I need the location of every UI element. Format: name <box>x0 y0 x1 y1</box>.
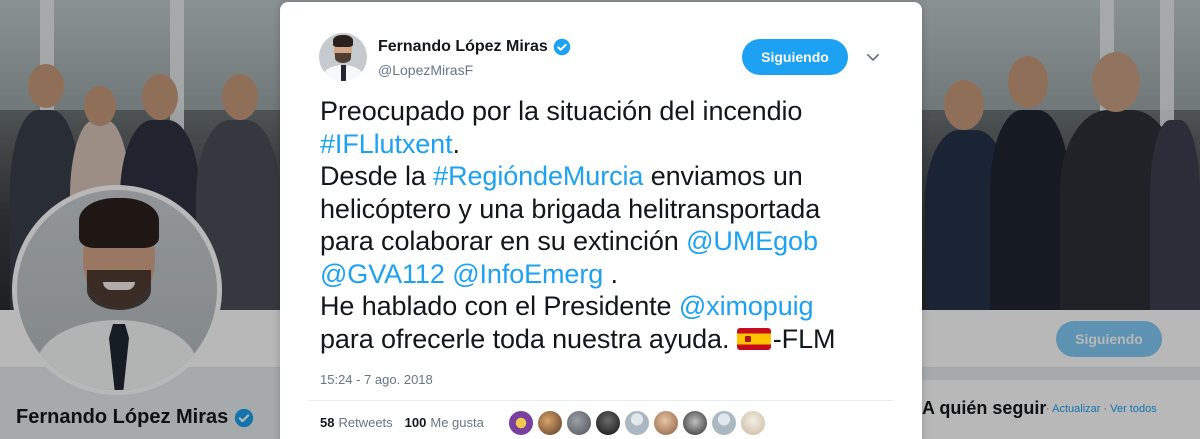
tweet-line: helicóptero y una brigada helitransporta… <box>320 193 880 226</box>
profile-name: Fernando López Miras <box>16 406 254 429</box>
who-to-follow-links: · Actualizar · Ver todos <box>1046 403 1157 415</box>
liker-avatar[interactable] <box>595 410 621 436</box>
chevron-down-icon[interactable] <box>864 48 882 66</box>
verified-badge-icon <box>235 408 254 427</box>
banner-person <box>28 64 64 108</box>
verified-badge-icon <box>553 38 571 56</box>
tweet-line: para ofrecerle toda nuestra ayuda. -FLM <box>320 323 880 356</box>
author-name-text: Fernando López Miras <box>378 38 548 55</box>
retweets-label: Retweets <box>338 415 393 430</box>
mention-link[interactable]: @InfoEmerg <box>452 259 603 289</box>
avatar-beard <box>87 270 151 310</box>
tweet-timestamp[interactable]: 15:24 - 7 ago. 2018 <box>320 372 433 387</box>
tweet-text-fragment: para colaborar en su extinción <box>320 226 687 256</box>
profile-avatar[interactable] <box>12 185 222 395</box>
profile-name-text: Fernando López Miras <box>16 406 229 428</box>
tweet-modal: Fernando López Miras @LopezMirasF Siguie… <box>280 2 922 439</box>
mention-link[interactable]: @GVA112 <box>320 259 445 289</box>
banner-person <box>84 86 116 126</box>
tweet-author-name[interactable]: Fernando López Miras <box>378 38 571 56</box>
liker-avatar[interactable] <box>653 410 679 436</box>
likes-stat[interactable]: 100 Me gusta <box>405 415 484 430</box>
mention-link[interactable]: @ximopuig <box>679 291 814 321</box>
divider <box>308 400 894 401</box>
tweet-text-fragment: Desde la <box>320 161 434 191</box>
spain-flag-icon <box>736 327 771 350</box>
tweet-author-avatar[interactable] <box>319 33 367 81</box>
retweets-count: 58 <box>320 415 335 430</box>
tweet-author-handle[interactable]: @LopezMirasF <box>378 62 473 78</box>
liker-avatar[interactable] <box>740 410 766 436</box>
liker-avatar[interactable] <box>537 410 563 436</box>
banner-person <box>1008 56 1048 108</box>
hashtag-link[interactable]: #IFLlutxent <box>320 129 453 159</box>
banner-person <box>990 110 1070 310</box>
avatar-beard <box>335 53 351 63</box>
tweet-text-fragment: . <box>603 258 619 289</box>
retweets-stat[interactable]: 58 Retweets <box>320 415 393 430</box>
liker-avatar[interactable] <box>711 410 737 436</box>
tweet-line: He hablado con el Presidente @ximopuig <box>320 290 880 323</box>
tweet-line: #IFLlutxent. <box>320 128 880 161</box>
banner-person <box>142 74 178 120</box>
tweet-text-fragment: . <box>452 128 460 159</box>
banner-person <box>1092 52 1140 112</box>
liker-avatar[interactable] <box>508 410 534 436</box>
who-to-follow-title: A quién seguir <box>922 398 1047 418</box>
tweet-line: @GVA112 @InfoEmerg . <box>320 258 880 291</box>
banner-person <box>222 74 258 120</box>
tweet-line: Desde la #RegióndeMurcia enviamos un <box>320 160 880 193</box>
liker-avatar[interactable] <box>566 410 592 436</box>
banner-person <box>1150 120 1200 310</box>
avatar-tie <box>341 65 346 81</box>
tweet-text-fragment: helicóptero y una brigada helitransporta… <box>320 193 821 224</box>
mention-link[interactable]: @UMEgob <box>686 226 818 256</box>
tweet-line: para colaborar en su extinción @UMEgob <box>320 225 880 258</box>
liker-avatar[interactable] <box>624 410 650 436</box>
separator: · <box>1103 403 1108 415</box>
follow-button[interactable]: Siguiendo <box>742 39 848 75</box>
refresh-link[interactable]: Actualizar <box>1052 403 1100 415</box>
avatar-hair <box>333 35 353 47</box>
view-all-link[interactable]: Ver todos <box>1110 403 1156 415</box>
likes-count: 100 <box>404 415 427 430</box>
tweet-stats: 58 Retweets 100 Me gusta <box>320 415 484 430</box>
tweet-text-fragment: -FLM <box>772 323 836 354</box>
liker-avatars <box>508 410 766 436</box>
tweet-text-fragment: para ofrecerle toda nuestra ayuda. <box>320 323 737 354</box>
liker-avatar[interactable] <box>682 410 708 436</box>
avatar-smile <box>103 282 135 290</box>
tweet-text-fragment: Preocupado por la situación del incendio <box>320 96 803 126</box>
banner-person <box>944 80 984 130</box>
hashtag-link[interactable]: #RegióndeMurcia <box>433 161 643 191</box>
tweet-text: Preocupado por la situación del incendio… <box>320 95 880 355</box>
avatar-hair <box>79 198 159 248</box>
tweet-text-fragment: He hablado con el Presidente <box>320 291 679 321</box>
tweet-text-fragment: enviamos un <box>643 161 803 191</box>
separator: · <box>1046 403 1050 415</box>
tweet-line: Preocupado por la situación del incendio <box>320 95 880 128</box>
profile-follow-button[interactable]: Siguiendo <box>1056 321 1162 357</box>
likes-label: Me gusta <box>430 415 484 430</box>
avatar-photo <box>17 190 217 390</box>
